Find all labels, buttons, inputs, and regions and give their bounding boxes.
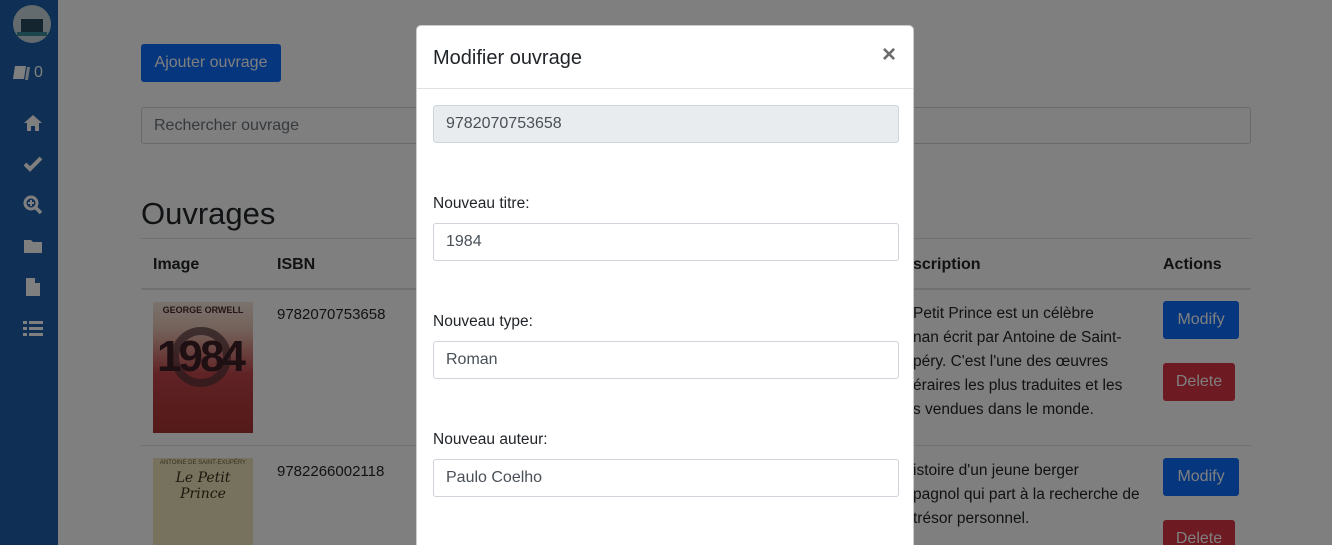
modal-header: Modifier ouvrage ×: [417, 26, 913, 89]
title-field[interactable]: 1984: [433, 223, 899, 261]
close-icon[interactable]: ×: [882, 43, 896, 67]
type-field[interactable]: Roman: [433, 341, 899, 379]
author-field[interactable]: Paulo Coelho: [433, 459, 899, 497]
title-label: Nouveau titre:: [433, 195, 530, 212]
modal-title: Modifier ouvrage: [433, 47, 582, 69]
isbn-field[interactable]: 9782070753658: [433, 105, 899, 143]
edit-book-modal: Modifier ouvrage × 9782070753658 Nouveau…: [416, 25, 914, 545]
author-label: Nouveau auteur:: [433, 431, 548, 448]
type-label: Nouveau type:: [433, 313, 533, 330]
